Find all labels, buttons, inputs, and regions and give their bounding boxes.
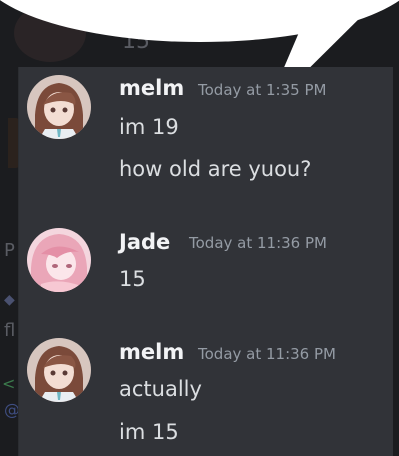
message-text: im 19 <box>119 115 179 139</box>
background-message-text: fl <box>4 320 16 341</box>
avatar-melm[interactable] <box>27 338 91 402</box>
avatar-melm[interactable] <box>27 75 91 139</box>
message-text: 15 <box>119 267 146 291</box>
author-name[interactable]: melm <box>119 340 184 364</box>
chat-panel: melm Today at 1:35 PM im 19 how old are … <box>18 67 393 456</box>
background-diamond-icon: ◆ <box>4 292 15 308</box>
timestamp: Today at 11:36 PM <box>189 234 327 252</box>
message-text: im 15 <box>119 420 179 444</box>
message-text: actually <box>119 377 202 401</box>
timestamp: Today at 1:35 PM <box>198 81 327 99</box>
author-name[interactable]: melm <box>119 76 184 100</box>
author-name[interactable]: Jade <box>119 230 170 254</box>
message-text: how old are yuou? <box>119 157 312 181</box>
background-reply-arrow: < <box>2 374 16 393</box>
timestamp: Today at 11:36 PM <box>198 345 336 363</box>
avatar-jade[interactable] <box>27 228 91 292</box>
background-message-text: P <box>4 240 15 261</box>
